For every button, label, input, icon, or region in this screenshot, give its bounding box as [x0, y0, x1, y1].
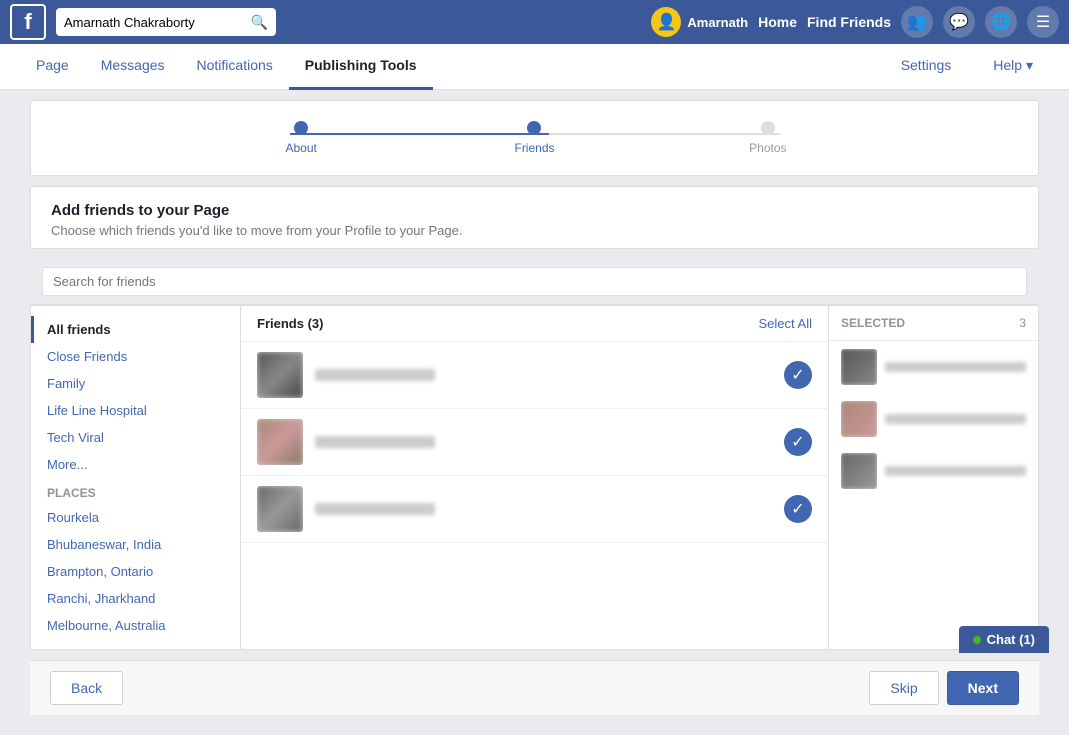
selected-avatar-1: [841, 349, 877, 385]
nav-notifications-tab[interactable]: Notifications: [181, 44, 289, 90]
friend-avatar-1: [257, 352, 303, 398]
bottom-bar: Back Skip Next: [30, 660, 1039, 715]
nav-page-tab[interactable]: Page: [20, 44, 85, 90]
back-button[interactable]: Back: [50, 671, 123, 705]
friends-requests-icon[interactable]: 👥: [901, 6, 933, 38]
next-button[interactable]: Next: [947, 671, 1019, 705]
search-icon[interactable]: 🔍: [251, 14, 268, 31]
find-friends-link[interactable]: Find Friends: [807, 14, 891, 30]
settings-tab[interactable]: Settings: [885, 44, 968, 90]
center-panel-header: Friends (3) Select All: [241, 306, 828, 342]
chat-online-dot: [973, 636, 981, 644]
friend-avatar-2: [257, 419, 303, 465]
friends-panel: All friends Close Friends Family Life Li…: [30, 305, 1039, 650]
filter-more[interactable]: More...: [31, 451, 240, 478]
places-section-title: Places: [31, 478, 240, 504]
selected-name-3: [885, 466, 1026, 476]
filter-brampton[interactable]: Brampton, Ontario: [31, 558, 240, 585]
step-label-about: About: [285, 141, 316, 155]
search-input[interactable]: [64, 15, 245, 30]
step-label-friends: Friends: [514, 141, 554, 155]
wizard-container: About Friends Photos: [30, 100, 1039, 176]
friend-item-2[interactable]: ✓: [241, 409, 828, 476]
friend-item-1[interactable]: ✓: [241, 342, 828, 409]
filter-melbourne[interactable]: Melbourne, Australia: [31, 612, 240, 639]
user-profile-nav[interactable]: 👤 Amarnath: [651, 7, 748, 37]
add-friends-desc: Choose which friends you'd like to move …: [51, 223, 1018, 238]
facebook-logo: f: [10, 4, 46, 40]
selected-label: SELECTED: [841, 316, 905, 330]
selected-panel: SELECTED 3: [828, 306, 1038, 649]
secondary-navigation: Page Messages Notifications Publishing T…: [0, 44, 1069, 90]
sec-nav-right: Settings Help ▾: [885, 44, 1049, 90]
chat-label: Chat (1): [987, 632, 1035, 647]
home-link[interactable]: Home: [758, 14, 797, 30]
step-circle-about: [294, 121, 308, 135]
chat-bubble[interactable]: Chat (1): [959, 626, 1049, 653]
search-bar-container: 🔍: [56, 8, 276, 36]
add-friends-title: Add friends to your Page: [51, 202, 1018, 219]
search-friends-bar: [30, 259, 1039, 305]
selected-name-2: [885, 414, 1026, 424]
selected-item-1: [829, 341, 1038, 393]
search-friends-input[interactable]: [42, 267, 1027, 296]
friend-name-2: [315, 436, 784, 448]
selected-panel-header: SELECTED 3: [829, 306, 1038, 341]
filter-all-friends[interactable]: All friends: [31, 316, 240, 343]
nav-publishing-tools-tab[interactable]: Publishing Tools: [289, 44, 433, 90]
messages-icon[interactable]: 💬: [943, 6, 975, 38]
user-avatar-icon: 👤: [651, 7, 681, 37]
selected-count: 3: [1019, 316, 1026, 330]
wizard-steps: About Friends Photos: [185, 121, 885, 155]
filter-rourkela[interactable]: Rourkela: [31, 504, 240, 531]
filter-family[interactable]: Family: [31, 370, 240, 397]
select-all-button[interactable]: Select All: [759, 316, 812, 331]
main-content: About Friends Photos Add friends to your…: [0, 90, 1069, 735]
selected-name-1: [885, 362, 1026, 372]
filter-tech-viral[interactable]: Tech Viral: [31, 424, 240, 451]
help-tab[interactable]: Help ▾: [977, 44, 1049, 90]
friends-panel-wrapper: All friends Close Friends Family Life Li…: [30, 259, 1039, 650]
friends-count-label: Friends (3): [257, 316, 323, 331]
filter-close-friends[interactable]: Close Friends: [31, 343, 240, 370]
notifications-icon[interactable]: 🌐: [985, 6, 1017, 38]
selected-avatar-3: [841, 453, 877, 489]
selected-avatar-2: [841, 401, 877, 437]
step-label-photos: Photos: [749, 141, 786, 155]
friends-center-panel: Friends (3) Select All ✓: [241, 306, 828, 649]
user-name-label: Amarnath: [687, 15, 748, 30]
selected-item-3: [829, 445, 1038, 497]
nav-messages-tab[interactable]: Messages: [85, 44, 181, 90]
friends-left-panel: All friends Close Friends Family Life Li…: [31, 306, 241, 649]
wizard-step-friends: Friends: [418, 121, 651, 155]
friend-name-1: [315, 369, 784, 381]
friend-check-2[interactable]: ✓: [784, 428, 812, 456]
filter-life-line-hospital[interactable]: Life Line Hospital: [31, 397, 240, 424]
friend-name-3: [315, 503, 784, 515]
wizard-step-about: About: [185, 121, 418, 155]
add-friends-section: Add friends to your Page Choose which fr…: [30, 186, 1039, 249]
selected-item-2: [829, 393, 1038, 445]
step-circle-friends: [527, 121, 541, 135]
friend-check-3[interactable]: ✓: [784, 495, 812, 523]
skip-button[interactable]: Skip: [869, 671, 938, 705]
step-circle-photos: [761, 121, 775, 135]
friend-check-1[interactable]: ✓: [784, 361, 812, 389]
right-buttons: Skip Next: [869, 671, 1019, 705]
wizard-step-photos: Photos: [651, 121, 884, 155]
top-navigation: f 🔍 👤 Amarnath Home Find Friends 👥 💬 🌐 ☰: [0, 0, 1069, 44]
friend-avatar-3: [257, 486, 303, 532]
friend-item-3[interactable]: ✓: [241, 476, 828, 543]
settings-menu-icon[interactable]: ☰: [1027, 6, 1059, 38]
filter-ranchi[interactable]: Ranchi, Jharkhand: [31, 585, 240, 612]
filter-bhubaneswar[interactable]: Bhubaneswar, India: [31, 531, 240, 558]
nav-right-section: 👤 Amarnath Home Find Friends 👥 💬 🌐 ☰: [651, 6, 1059, 38]
